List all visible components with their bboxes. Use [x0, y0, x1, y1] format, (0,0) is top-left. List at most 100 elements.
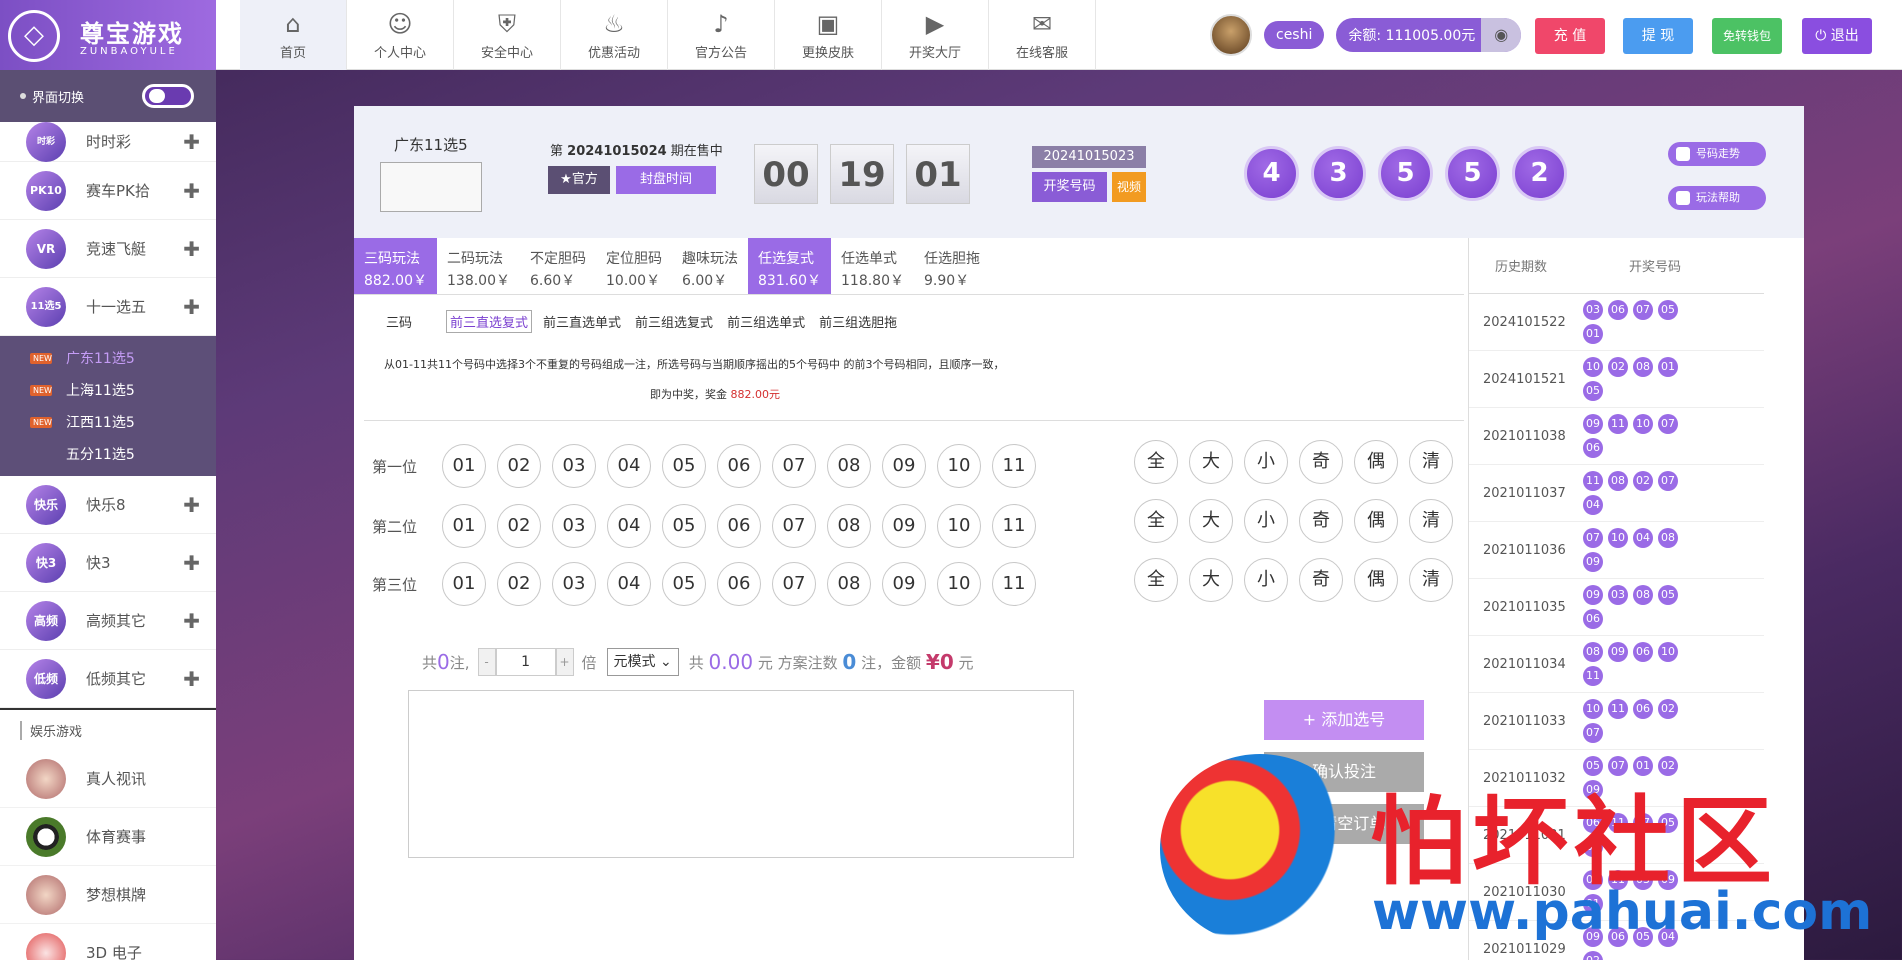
number-ball[interactable]: 07	[772, 504, 816, 548]
number-ball[interactable]: 08	[827, 562, 871, 606]
tab-fun[interactable]: 趣味玩法 6.00￥	[672, 238, 748, 294]
withdraw-button[interactable]: 提 现	[1623, 18, 1693, 54]
mode-select[interactable]: 元模式 ⌄	[606, 648, 679, 676]
username[interactable]: ceshi	[1264, 21, 1325, 49]
tab-any-multiple[interactable]: 任选复式 831.60￥	[748, 238, 831, 294]
number-ball[interactable]: 10	[937, 562, 981, 606]
subtab-group-drag[interactable]: 前三组选胆拖	[816, 311, 900, 332]
number-ball[interactable]: 09	[882, 504, 926, 548]
help-button[interactable]: 玩法帮助	[1668, 186, 1766, 210]
stepper-minus-button[interactable]: -	[477, 648, 496, 676]
tab-three-code[interactable]: 三码玩法 882.00￥	[354, 238, 437, 294]
sidebar-cat-lowfreq[interactable]: 低频 低频其它 ✚	[0, 650, 216, 708]
number-ball[interactable]: 10	[937, 444, 981, 488]
number-ball[interactable]: 11	[992, 504, 1036, 548]
number-ball[interactable]: 03	[552, 562, 596, 606]
nav-home[interactable]: ⌂ 首页	[240, 0, 347, 70]
quick-select-button[interactable]: 清	[1409, 499, 1453, 543]
number-ball[interactable]: 11	[992, 444, 1036, 488]
quick-select-button[interactable]: 小	[1244, 499, 1288, 543]
number-ball[interactable]: 06	[717, 444, 761, 488]
selected-numbers-box[interactable]	[408, 690, 1074, 858]
number-ball[interactable]: 04	[607, 444, 651, 488]
sidebar-item-5min11x5[interactable]: 五分11选5	[0, 438, 216, 470]
number-ball[interactable]: 06	[717, 562, 761, 606]
quick-select-button[interactable]: 偶	[1354, 499, 1398, 543]
quick-select-button[interactable]: 小	[1244, 558, 1288, 602]
number-ball[interactable]: 10	[937, 504, 981, 548]
quick-select-button[interactable]: 清	[1409, 440, 1453, 484]
sidebar-cat-k3[interactable]: 快3 快3 ✚	[0, 534, 216, 592]
tab-two-code[interactable]: 二码玩法 138.00￥	[437, 238, 520, 294]
tab-indefinite[interactable]: 不定胆码 6.60￥	[520, 238, 596, 294]
quick-select-button[interactable]: 大	[1189, 558, 1233, 602]
add-selection-button[interactable]: + 添加选号	[1264, 700, 1424, 740]
multiplier-input[interactable]: 1	[495, 648, 556, 676]
subtab-direct-multiple[interactable]: 前三直选复式	[446, 310, 533, 333]
sidebar-item-jx11x5[interactable]: NEW 江西11选5	[0, 406, 216, 438]
number-ball[interactable]: 07	[772, 562, 816, 606]
quick-select-button[interactable]: 偶	[1354, 440, 1398, 484]
quick-select-button[interactable]: 奇	[1299, 558, 1343, 602]
number-ball[interactable]: 03	[552, 444, 596, 488]
nav-skin[interactable]: ▣ 更换皮肤	[775, 0, 882, 70]
subtab-group-multiple[interactable]: 前三组选复式	[632, 311, 716, 332]
number-ball[interactable]: 02	[497, 504, 541, 548]
sidebar-item-sh11x5[interactable]: NEW 上海11选5	[0, 374, 216, 406]
nav-support[interactable]: ✉ 在线客服	[989, 0, 1096, 70]
sidebar-item-gd11x5[interactable]: NEW 广东11选5	[0, 342, 216, 374]
quick-select-button[interactable]: 大	[1189, 499, 1233, 543]
sidebar-sports[interactable]: 体育赛事	[0, 808, 216, 866]
transfer-wallet-button[interactable]: 免转钱包	[1712, 18, 1782, 54]
tab-any-drag[interactable]: 任选胆拖 9.90￥	[914, 238, 990, 294]
tab-positional[interactable]: 定位胆码 10.00￥	[596, 238, 672, 294]
number-ball[interactable]: 04	[607, 504, 651, 548]
quick-select-button[interactable]: 大	[1189, 440, 1233, 484]
number-ball[interactable]: 05	[662, 562, 706, 606]
recharge-button[interactable]: 充 值	[1535, 18, 1605, 54]
quick-select-button[interactable]: 全	[1134, 499, 1178, 543]
sidebar-cat-highfreq[interactable]: 高频 高频其它 ✚	[0, 592, 216, 650]
sidebar-cat-ssc[interactable]: 时彩 时时彩 ✚	[0, 121, 216, 162]
eye-icon[interactable]: ◉	[1481, 18, 1522, 52]
trend-button[interactable]: 号码走势	[1668, 142, 1766, 166]
number-ball[interactable]: 03	[552, 504, 596, 548]
quick-select-button[interactable]: 奇	[1299, 440, 1343, 484]
sidebar-cat-kl8[interactable]: 快乐 快乐8 ✚	[0, 476, 216, 534]
nav-announcements[interactable]: ♪ 官方公告	[668, 0, 775, 70]
number-ball[interactable]: 11	[992, 562, 1036, 606]
number-ball[interactable]: 08	[827, 504, 871, 548]
sidebar-live-casino[interactable]: 真人视讯	[0, 750, 216, 808]
video-button[interactable]: 视频	[1112, 172, 1146, 202]
number-ball[interactable]: 05	[662, 504, 706, 548]
subtab-group-single[interactable]: 前三组选单式	[724, 311, 808, 332]
number-ball[interactable]: 09	[882, 444, 926, 488]
subtab-direct-single[interactable]: 前三直选单式	[540, 311, 624, 332]
brand-logo[interactable]: ◇ 尊宝游戏 ZUNBAOYULE	[0, 0, 216, 70]
nav-draw-hall[interactable]: ▶ 开奖大厅	[882, 0, 989, 70]
quick-select-button[interactable]: 全	[1134, 558, 1178, 602]
number-ball[interactable]: 09	[882, 562, 926, 606]
number-ball[interactable]: 04	[607, 562, 651, 606]
number-ball[interactable]: 07	[772, 444, 816, 488]
number-ball[interactable]: 06	[717, 504, 761, 548]
number-ball[interactable]: 02	[497, 444, 541, 488]
number-ball[interactable]: 02	[497, 562, 541, 606]
quick-select-button[interactable]: 奇	[1299, 499, 1343, 543]
draw-numbers-button[interactable]: 开奖号码	[1032, 172, 1107, 202]
sidebar-chess[interactable]: 梦想棋牌	[0, 866, 216, 924]
quick-select-button[interactable]: 小	[1244, 440, 1288, 484]
logout-button[interactable]: ⏻ 退出	[1802, 18, 1872, 54]
avatar[interactable]	[1210, 14, 1252, 56]
sidebar-cat-pk10[interactable]: PK10 赛车PK拾 ✚	[0, 162, 216, 220]
interface-toggle[interactable]	[142, 84, 194, 108]
stepper-plus-button[interactable]: +	[555, 648, 574, 676]
tab-any-single[interactable]: 任选单式 118.80￥	[831, 238, 914, 294]
quick-select-button[interactable]: 全	[1134, 440, 1178, 484]
sidebar-cat-11x5[interactable]: 11选5 十一选五 ✚	[0, 278, 216, 336]
nav-user-center[interactable]: ☺ 个人中心	[347, 0, 454, 70]
sidebar-cat-airship[interactable]: VR 竞速飞艇 ✚	[0, 220, 216, 278]
sidebar-slots[interactable]: 3D 电子	[0, 924, 216, 960]
nav-security[interactable]: ⛨ 安全中心	[454, 0, 561, 70]
number-ball[interactable]: 01	[442, 444, 486, 488]
